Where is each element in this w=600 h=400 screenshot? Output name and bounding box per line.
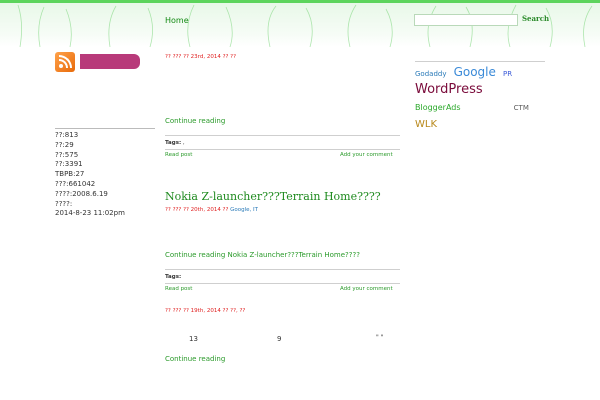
post-3: ?? ??? ?? 19th, 2014 ?? ??, ?? 13 9 " " … <box>165 304 400 363</box>
divider <box>55 128 155 129</box>
post-meta-text: ?? ??? ?? 20th, 2014 ?? <box>165 207 231 213</box>
tag-link[interactable]: WLK <box>415 119 437 130</box>
divider <box>165 269 400 270</box>
search-button[interactable]: Search <box>522 14 549 23</box>
post-tags: Tags: <box>165 274 400 280</box>
rss-icon[interactable] <box>55 52 75 72</box>
read-post-link[interactable]: Read post <box>165 286 192 292</box>
post-tags: Tags: , <box>165 140 185 146</box>
post-excerpt <box>165 76 400 106</box>
figure-mark: " " <box>376 334 384 341</box>
continue-reading-link[interactable]: Continue reading Nokia Z-launcher???Terr… <box>165 251 400 259</box>
stat-line: ??:29 <box>55 140 74 149</box>
post-1: ?? ??? ?? 23rd, 2014 ?? ?? Continue read… <box>165 50 400 160</box>
continue-reading-link[interactable]: Continue reading <box>165 117 400 125</box>
figure-number: 9 <box>277 335 282 343</box>
stat-line: ??:575 <box>55 150 79 159</box>
stat-line: 2014-8-23 11:02pm <box>55 209 125 218</box>
divider <box>165 135 400 136</box>
divider <box>165 149 400 150</box>
stat-line: ???:661042 <box>55 179 96 188</box>
category-link[interactable]: Google, IT <box>230 207 258 213</box>
post-title[interactable]: Nokia Z-launcher???Terrain Home???? <box>165 190 400 203</box>
post-actions: Read post Add your comment <box>165 152 400 160</box>
site-header: Home Search <box>0 3 600 47</box>
post-2: Nokia Z-launcher???Terrain Home???? ?? ?… <box>165 190 400 294</box>
post-meta: ?? ??? ?? 23rd, 2014 ?? ?? <box>165 54 400 60</box>
tags-label: Tags: <box>165 274 182 280</box>
search-input[interactable] <box>414 14 518 26</box>
tag-link[interactable]: BloggerAds <box>415 103 461 112</box>
post-actions: Read post Add your comment <box>165 286 400 294</box>
blog-stats: ??:813 ??:29 ??:575 ??:3391 TBPB:27 ???:… <box>55 131 125 219</box>
tag-link[interactable]: Godaddy <box>415 70 446 78</box>
stat-line: ??:3391 <box>55 160 83 169</box>
post-excerpt <box>165 229 400 251</box>
post-meta-text: ?? ??? ?? 23rd, 2014 ?? ?? <box>165 54 237 60</box>
divider <box>165 283 400 284</box>
stat-line: TBPB:27 <box>55 170 85 179</box>
nav-item-home[interactable]: Home <box>165 16 189 25</box>
stat-line: ??:813 <box>55 131 79 139</box>
tag-link[interactable]: Google <box>454 65 496 79</box>
rss-label[interactable] <box>80 54 140 69</box>
tag-link[interactable]: CTM <box>514 104 529 112</box>
continue-reading-link[interactable]: Continue reading <box>165 355 400 363</box>
tags-label: Tags: <box>165 140 182 146</box>
figure-number: 13 <box>189 335 198 343</box>
tag-link[interactable]: WordPress <box>415 82 483 97</box>
main-nav: Home <box>165 16 222 25</box>
add-comment-link[interactable]: Add your comment <box>340 152 393 158</box>
tag-cloud: Godaddy Google PR WordPress BloggerAds C… <box>415 64 547 131</box>
rss-subscribe[interactable] <box>55 52 140 72</box>
add-comment-link[interactable]: Add your comment <box>340 286 393 292</box>
post-meta: ?? ??? ?? 20th, 2014 ?? Google, IT <box>165 207 400 213</box>
stat-line: ????: <box>55 199 73 208</box>
post-figure: 13 9 " " <box>165 314 400 352</box>
stat-line: ????:2008.6.19 <box>55 189 108 198</box>
divider <box>415 61 545 62</box>
read-post-link[interactable]: Read post <box>165 152 192 158</box>
tag-link[interactable]: PR <box>503 70 512 78</box>
